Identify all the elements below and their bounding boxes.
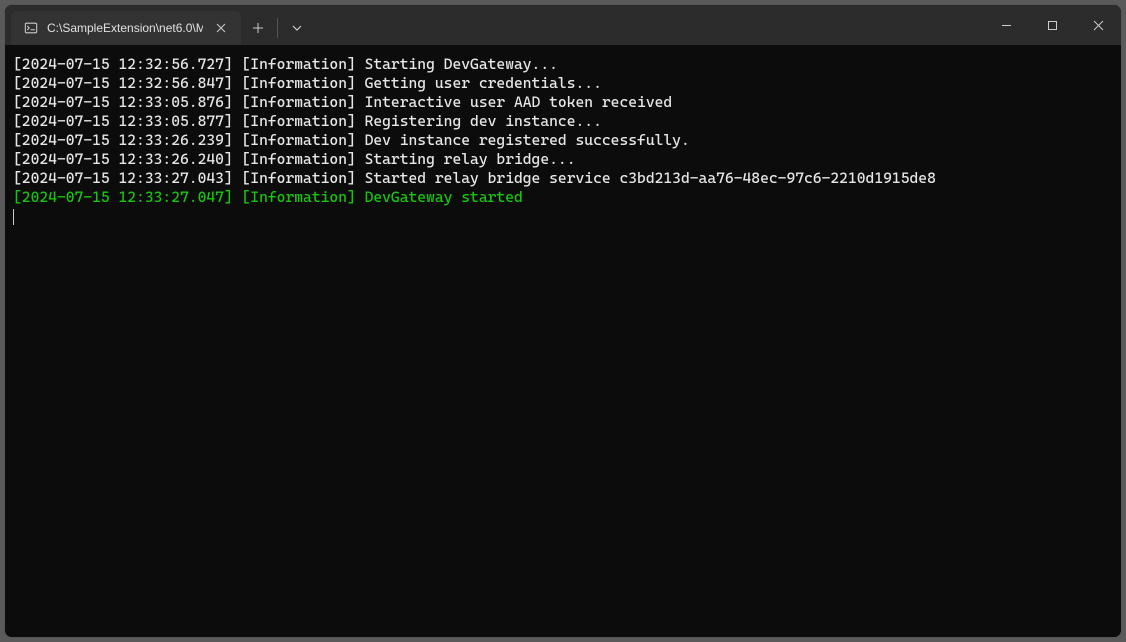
log-line: [2024-07-15 12:33:27.043] [Information] … [13, 169, 1113, 188]
log-line: [2024-07-15 12:33:05.877] [Information] … [13, 112, 1113, 131]
titlebar[interactable]: C:\SampleExtension\net6.0\M [5, 5, 1121, 45]
tab-actions [241, 11, 314, 45]
titlebar-drag-area[interactable] [314, 5, 983, 45]
new-tab-button[interactable] [241, 11, 275, 45]
log-line: [2024-07-15 12:33:26.240] [Information] … [13, 150, 1113, 169]
log-line: [2024-07-15 12:33:05.876] [Information] … [13, 93, 1113, 112]
terminal-output[interactable]: [2024-07-15 12:32:56.727] [Information] … [5, 45, 1121, 637]
tab-active[interactable]: C:\SampleExtension\net6.0\M [11, 11, 241, 45]
log-line: [2024-07-15 12:32:56.847] [Information] … [13, 74, 1113, 93]
divider [277, 18, 278, 38]
terminal-window: C:\SampleExtension\net6.0\M [4, 4, 1122, 638]
tab-title: C:\SampleExtension\net6.0\M [47, 21, 203, 35]
tab-close-button[interactable] [211, 18, 231, 38]
tab-dropdown-button[interactable] [280, 11, 314, 45]
window-controls [983, 5, 1121, 45]
close-button[interactable] [1075, 5, 1121, 45]
terminal-icon [23, 20, 39, 36]
log-line: [2024-07-15 12:32:56.727] [Information] … [13, 55, 1113, 74]
text-cursor [13, 209, 14, 225]
log-line: [2024-07-15 12:33:26.239] [Information] … [13, 131, 1113, 150]
minimize-button[interactable] [983, 5, 1029, 45]
maximize-button[interactable] [1029, 5, 1075, 45]
cursor-line [13, 207, 1113, 226]
log-line: [2024-07-15 12:33:27.047] [Information] … [13, 188, 1113, 207]
